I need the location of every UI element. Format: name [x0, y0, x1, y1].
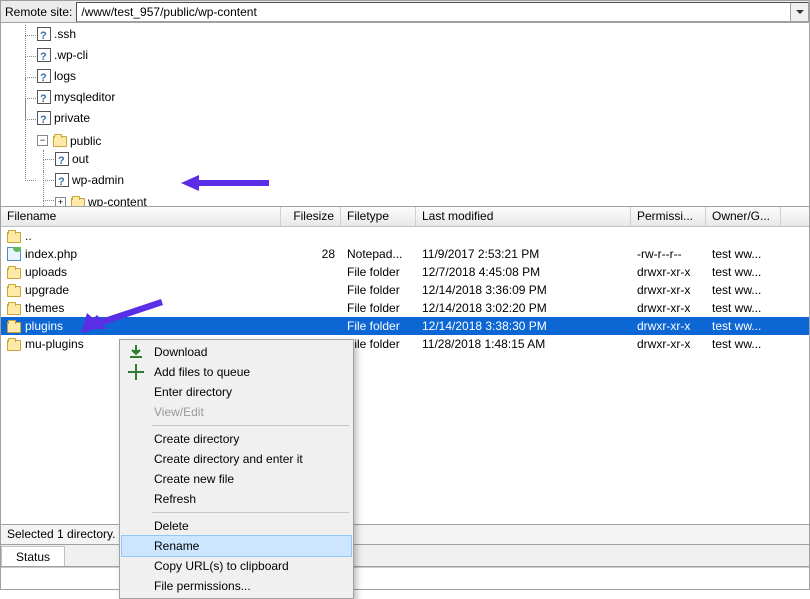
file-name: ..	[25, 229, 32, 243]
file-type: File folder	[341, 283, 416, 297]
file-row[interactable]: ..	[1, 227, 809, 245]
menu-file-permissions[interactable]: File permissions...	[122, 576, 351, 596]
file-modified: 12/14/2018 3:02:20 PM	[416, 301, 631, 315]
annotation-arrow	[181, 173, 271, 193]
file-owner: test ww...	[706, 265, 781, 279]
chevron-down-icon	[796, 8, 804, 16]
menu-create-new-file[interactable]: Create new file	[122, 469, 351, 489]
menu-enter-directory[interactable]: Enter directory	[122, 382, 351, 402]
file-name: uploads	[25, 265, 67, 279]
file-list-header[interactable]: Filename Filesize Filetype Last modified…	[1, 207, 809, 227]
unknown-icon	[37, 90, 51, 104]
menu-add-to-queue[interactable]: Add files to queue	[122, 362, 351, 382]
tab-status[interactable]: Status	[1, 546, 65, 566]
folder-icon	[7, 286, 21, 297]
file-name: upgrade	[25, 283, 69, 297]
file-permissions: drwxr-xr-x	[631, 319, 706, 333]
file-permissions: drwxr-xr-x	[631, 265, 706, 279]
col-lastmodified[interactable]: Last modified	[416, 207, 631, 226]
file-name: mu-plugins	[25, 337, 84, 351]
tree-node-out[interactable]: out	[55, 150, 89, 168]
tree-node-private[interactable]: private	[37, 109, 90, 127]
menu-separator	[152, 512, 349, 513]
collapse-icon[interactable]: −	[37, 135, 48, 146]
file-row[interactable]: index.php 28Notepad...11/9/2017 2:53:21 P…	[1, 245, 809, 263]
menu-separator	[152, 425, 349, 426]
context-menu: Download Add files to queue Enter direct…	[119, 339, 354, 599]
unknown-icon	[37, 48, 51, 62]
file-modified: 12/14/2018 3:38:30 PM	[416, 319, 631, 333]
file-type: File folder	[341, 319, 416, 333]
tree-node-wpcontent[interactable]: +wp-content	[55, 193, 147, 207]
remote-site-label: Remote site:	[1, 5, 76, 19]
remote-site-dropdown[interactable]	[791, 2, 809, 22]
file-permissions: drwxr-xr-x	[631, 301, 706, 315]
folder-icon	[7, 340, 21, 351]
file-permissions: drwxr-xr-x	[631, 337, 706, 351]
file-modified: 12/7/2018 4:45:08 PM	[416, 265, 631, 279]
tree-node-public[interactable]: −public	[37, 132, 101, 150]
col-filetype[interactable]: Filetype	[341, 207, 416, 226]
col-permissions[interactable]: Permissi...	[631, 207, 706, 226]
col-owner[interactable]: Owner/G...	[706, 207, 781, 226]
menu-rename[interactable]: Rename	[122, 536, 351, 556]
file-row[interactable]: upgrade File folder12/14/2018 3:36:09 PMd…	[1, 281, 809, 299]
file-type: File folder	[341, 265, 416, 279]
file-type: Notepad...	[341, 247, 416, 261]
unknown-icon	[37, 69, 51, 83]
menu-delete[interactable]: Delete	[122, 516, 351, 536]
unknown-icon	[37, 27, 51, 41]
unknown-icon	[55, 173, 69, 187]
file-owner: test ww...	[706, 319, 781, 333]
tree-node-wpcli[interactable]: .wp-cli	[37, 46, 88, 64]
tree-node-wpadmin[interactable]: wp-admin	[55, 171, 124, 189]
file-modified: 12/14/2018 3:36:09 PM	[416, 283, 631, 297]
expand-icon[interactable]: +	[55, 197, 66, 208]
remote-tree[interactable]: .ssh .wp-cli logs mysqleditor private −p…	[1, 23, 809, 207]
remote-site-input[interactable]	[76, 2, 791, 22]
folder-icon	[71, 198, 85, 208]
tree-node-mysqleditor[interactable]: mysqleditor	[37, 88, 115, 106]
file-owner: test ww...	[706, 283, 781, 297]
file-owner: test ww...	[706, 337, 781, 351]
unknown-icon	[55, 152, 69, 166]
menu-download[interactable]: Download	[122, 342, 351, 362]
folder-icon	[53, 136, 67, 147]
file-permissions: drwxr-xr-x	[631, 283, 706, 297]
file-name: themes	[25, 301, 64, 315]
remote-site-bar: Remote site:	[1, 1, 809, 23]
folder-icon	[7, 322, 21, 333]
menu-refresh[interactable]: Refresh	[122, 489, 351, 509]
tree-node-logs[interactable]: logs	[37, 67, 76, 85]
menu-create-directory[interactable]: Create directory	[122, 429, 351, 449]
file-modified: 11/28/2018 1:48:15 AM	[416, 337, 631, 351]
file-name: index.php	[25, 247, 77, 261]
annotation-arrow	[81, 299, 171, 333]
add-queue-icon	[128, 364, 144, 380]
menu-view-edit: View/Edit	[122, 402, 351, 422]
download-icon	[128, 344, 144, 360]
file-type: File folder	[341, 301, 416, 315]
col-filename[interactable]: Filename	[1, 207, 281, 226]
menu-copy-url[interactable]: Copy URL(s) to clipboard	[122, 556, 351, 576]
phpfile-icon	[7, 247, 21, 261]
file-row[interactable]: uploads File folder12/7/2018 4:45:08 PMdr…	[1, 263, 809, 281]
file-owner: test ww...	[706, 301, 781, 315]
file-name: plugins	[25, 319, 63, 333]
file-size: 28	[281, 247, 341, 261]
menu-create-directory-enter[interactable]: Create directory and enter it	[122, 449, 351, 469]
folder-icon	[7, 304, 21, 315]
folder-icon	[7, 268, 21, 279]
unknown-icon	[37, 111, 51, 125]
col-filesize[interactable]: Filesize	[281, 207, 341, 226]
folder-icon	[7, 232, 21, 243]
tree-node-ssh[interactable]: .ssh	[37, 25, 76, 43]
file-modified: 11/9/2017 2:53:21 PM	[416, 247, 631, 261]
file-owner: test ww...	[706, 247, 781, 261]
file-permissions: -rw-r--r--	[631, 247, 706, 261]
